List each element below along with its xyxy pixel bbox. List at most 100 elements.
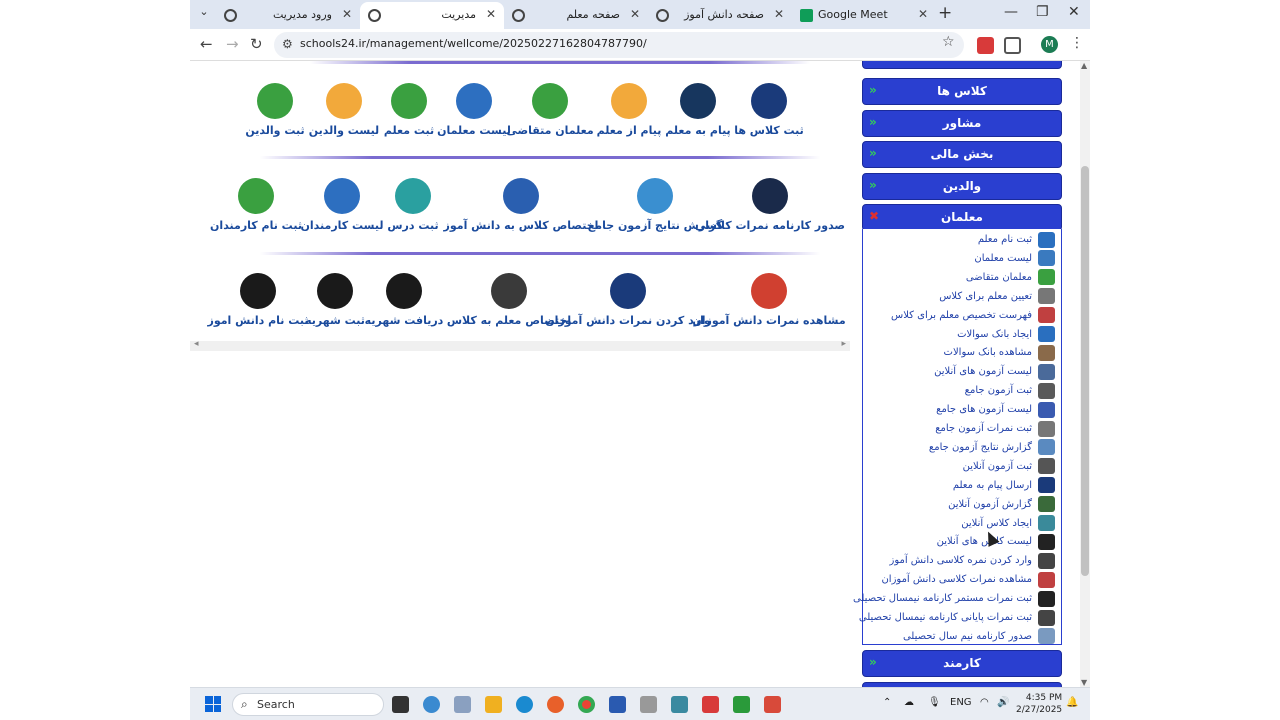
submenu-item[interactable]: وارد کردن نمره کلاسی دانش آموز (889, 551, 1055, 570)
sidebar-item[interactable]: » بخش مالی (862, 141, 1062, 168)
taskbar-clock[interactable]: 4:35 PM 2/27/2025 (1016, 692, 1062, 716)
teachers-submenu: ثبت نام معلم لیست معلمان معلمان متقاضی تعیی… (853, 229, 1062, 646)
staff-list-icon (324, 178, 360, 214)
tray-chevron-icon[interactable]: ⌃ (883, 697, 891, 708)
submenu-item-label: صدور کارنامه نیم سال تحصیلی (902, 630, 1032, 642)
close-window-icon[interactable]: ✕ (1068, 4, 1080, 20)
submenu-item[interactable]: ثبت نمرات مستمر کارنامه نیمسال تحصیلی (853, 589, 1055, 608)
tab-management[interactable]: مدیریت ✕ (360, 2, 504, 29)
submenu-item-icon (1038, 439, 1055, 456)
firefox-icon[interactable] (547, 696, 564, 713)
submenu-item[interactable]: ایجاد بانک سوالات (957, 325, 1055, 344)
scroll-up-icon[interactable]: ▲ (1081, 61, 1087, 70)
minimize-icon[interactable]: — (1004, 4, 1018, 20)
close-icon[interactable]: ✕ (342, 7, 352, 21)
submenu-item[interactable]: ایجاد کلاس آنلاین (961, 514, 1055, 533)
submenu-item[interactable]: مشاهده نمرات کلاسی دانش آموزان (881, 570, 1055, 589)
bookmark-star-icon[interactable]: ☆ (942, 34, 955, 50)
snipping-tool-icon[interactable] (640, 696, 657, 713)
submenu-item[interactable]: مشاهده بانک سوالات (944, 343, 1055, 362)
submenu-item[interactable]: لیست آزمون های جامع (936, 400, 1055, 419)
close-icon[interactable]: ✕ (486, 7, 496, 21)
windows-start-icon[interactable] (205, 696, 221, 712)
sidebar-item[interactable]: » کلاس ها (862, 78, 1062, 105)
dashboard-tile[interactable]: مشاهده نمرات دانش آموزان (692, 273, 846, 327)
vertical-scrollbar[interactable]: ▲ ▼ (1080, 61, 1090, 687)
submenu-item-icon (1038, 590, 1055, 607)
dashboard-tile[interactable]: ثبت نام کارمندان (190, 178, 326, 232)
back-icon[interactable]: ← (200, 35, 213, 53)
weather-icon[interactable] (423, 696, 440, 713)
tab-student-page[interactable]: صفحه دانش آموز ✕ (648, 2, 792, 29)
submenu-item[interactable]: ثبت آزمون جامع (965, 381, 1055, 400)
wifi-icon[interactable]: ◠ (980, 697, 989, 708)
forward-icon[interactable]: → (226, 35, 239, 53)
horizontal-scrollbar[interactable]: ◂ ▸ (190, 339, 850, 351)
sidebar-item[interactable]: ✖ معلمان (862, 204, 1062, 231)
tab-google-meet[interactable]: Google Meet ✕ (792, 2, 936, 29)
anydesk-icon[interactable] (702, 696, 719, 713)
dashboard-tile[interactable]: ثبت والدین (205, 83, 345, 137)
submenu-item[interactable]: گزارش آزمون آنلاین (948, 495, 1055, 514)
scroll-left-icon[interactable]: ◂ (194, 339, 199, 349)
submenu-item[interactable]: لیست آزمون های آنلاین (934, 362, 1055, 381)
volume-icon[interactable]: 🔊 (997, 697, 1009, 708)
scroll-thumb[interactable] (1081, 166, 1089, 576)
store-icon[interactable] (609, 696, 626, 713)
app-icon[interactable] (671, 696, 688, 713)
microphone-icon[interactable]: 🎙 (928, 697, 941, 708)
tile-label: ثبت نام کارمندان (210, 219, 302, 232)
extension-new-icon[interactable] (977, 37, 994, 54)
submenu-item[interactable]: معلمان متقاضی (966, 268, 1055, 287)
sidebar-item-staff[interactable]: » کارمند (862, 650, 1062, 677)
taskbar-search[interactable]: ⌕ Search (232, 693, 384, 716)
sidebar-header-partial[interactable] (862, 61, 1062, 69)
submenu-item[interactable]: تعیین معلم برای کلاس (939, 287, 1055, 306)
tab-admin-login[interactable]: ورود مدیریت ✕ (216, 2, 360, 29)
dashboard-tile[interactable]: گزارش نتایج آزمون جامع (585, 178, 725, 232)
submenu-item[interactable]: لیست معلمان (974, 249, 1055, 268)
dashboard-tile[interactable]: ثبت نام دانش اموز (190, 273, 328, 327)
language-indicator[interactable]: ENG (950, 697, 972, 708)
chrome-icon[interactable] (578, 696, 595, 713)
submenu-item[interactable]: گزارش نتایج آزمون جامع (929, 438, 1055, 457)
submenu-item[interactable]: ثبت آزمون آنلاین (963, 457, 1055, 476)
maximize-icon[interactable]: ❐ (1036, 4, 1049, 20)
scroll-right-icon[interactable]: ▸ (841, 339, 846, 349)
sidebar-item[interactable]: » مشاور (862, 110, 1062, 137)
submenu-item[interactable]: صدور کارنامه نیم سال تحصیلی (903, 627, 1055, 646)
submenu-item[interactable]: فهرست تخصیص معلم برای کلاس (891, 306, 1055, 325)
submenu-item[interactable]: ارسال پیام به معلم (953, 476, 1055, 495)
submenu-item[interactable]: ثبت نام معلم (978, 230, 1055, 249)
site-settings-icon[interactable]: ⚙ (282, 37, 293, 51)
submenu-item[interactable]: ثبت نمرات آزمون جامع (935, 419, 1055, 438)
extensions-puzzle-icon[interactable] (1004, 37, 1021, 54)
dashboard-tile[interactable]: وارد کردن نمرات دانش آموزان (545, 273, 711, 327)
scroll-down-icon[interactable]: ▼ (1081, 678, 1087, 687)
sidebar-item[interactable]: » والدین (862, 173, 1062, 200)
new-tab-icon[interactable]: + (938, 3, 952, 23)
address-bar[interactable]: ⚙ schools24.ir/management/wellcome/20250… (274, 32, 964, 58)
submenu-item-icon (1038, 250, 1055, 267)
profile-avatar[interactable]: M (1041, 36, 1058, 53)
close-icon[interactable]: ✕ (918, 7, 928, 21)
more-menu-icon[interactable]: ⋮ (1070, 35, 1084, 51)
notification-icon[interactable]: 🔔 (1066, 697, 1078, 708)
submenu-item-label: وارد کردن نمره کلاسی دانش آموز (889, 555, 1032, 567)
close-icon[interactable]: ✕ (630, 7, 640, 21)
camtasia-recorder-icon[interactable] (764, 696, 781, 713)
task-view-icon[interactable] (392, 696, 409, 713)
edge-icon[interactable] (516, 696, 533, 713)
submenu-item-label: ثبت آزمون جامع (964, 385, 1032, 397)
tab-teacher-page[interactable]: صفحه معلم ✕ (504, 2, 648, 29)
file-explorer-icon[interactable] (485, 696, 502, 713)
tab-search-icon[interactable]: ⌄ (196, 5, 212, 23)
reload-icon[interactable]: ↻ (250, 35, 263, 53)
submenu-item[interactable]: ثبت نمرات پایانی کارنامه نیمسال تحصیلی (859, 608, 1055, 627)
close-icon[interactable]: ✕ (774, 7, 784, 21)
camtasia-icon[interactable] (733, 696, 750, 713)
submenu-item-label: مشاهده بانک سوالات (943, 347, 1032, 359)
photos-icon[interactable] (454, 696, 471, 713)
bar-chart-icon (751, 273, 787, 309)
onedrive-icon[interactable]: ☁ (904, 697, 914, 708)
